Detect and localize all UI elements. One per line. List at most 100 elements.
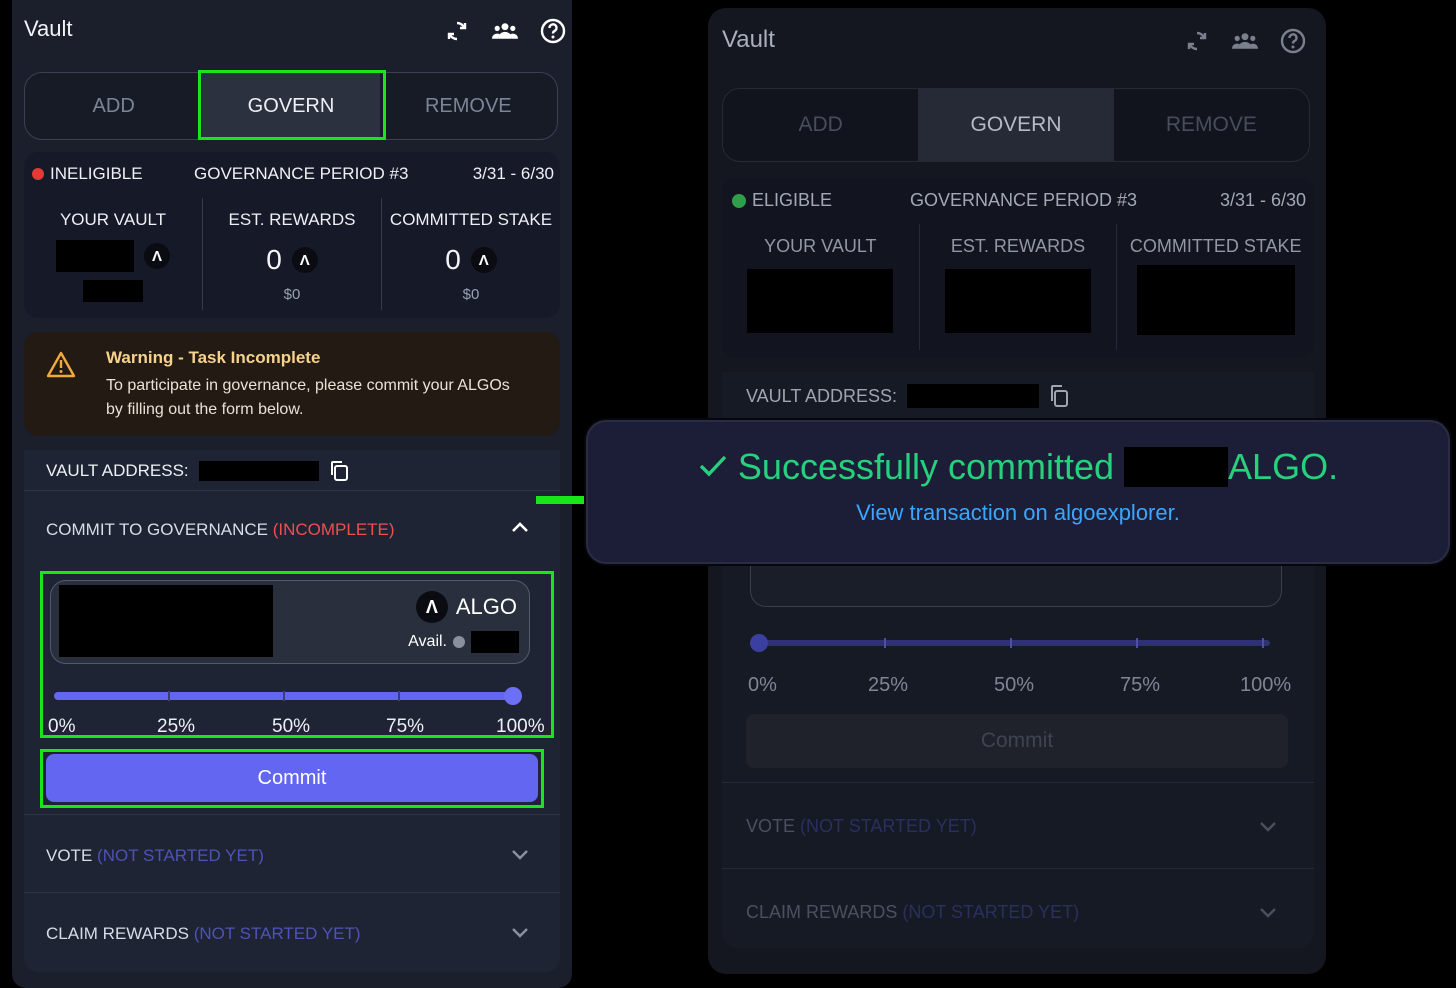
claim-section-label: CLAIM REWARDS xyxy=(746,902,898,922)
warning-banner: Warning - Task Incomplete To participate… xyxy=(24,332,560,436)
stat-value: 0 Λ xyxy=(203,244,381,276)
tab-govern[interactable]: GOVERN xyxy=(918,89,1114,161)
status-dot xyxy=(32,168,44,180)
stat-value: 0 Λ xyxy=(382,244,560,276)
commit-button[interactable]: Commit xyxy=(746,714,1288,768)
vault-title: Vault xyxy=(24,16,73,41)
redacted-value xyxy=(747,269,894,333)
algo-logo-icon: Λ xyxy=(144,243,170,269)
slider-track xyxy=(758,640,1270,646)
stat-value: Λ xyxy=(24,240,202,272)
claim-section-label: CLAIM REWARDS xyxy=(46,924,189,943)
algo-logo-icon: Λ xyxy=(291,247,318,273)
tab-remove[interactable]: REMOVE xyxy=(1114,89,1309,161)
warning-title: Warning - Task Incomplete xyxy=(106,348,321,367)
slider-mark-50: 50% xyxy=(994,674,1035,696)
vote-section-status: (NOT STARTED YET) xyxy=(97,846,264,865)
stat-label: EST. REWARDS xyxy=(950,236,1086,256)
commit-slider[interactable] xyxy=(54,687,522,708)
copy-icon[interactable] xyxy=(329,460,349,482)
vote-section-header[interactable]: VOTE (NOT STARTED YET) xyxy=(46,846,264,866)
tab-govern[interactable]: GOVERN xyxy=(202,73,380,139)
vault-address-label: VAULT ADDRESS: xyxy=(746,385,898,406)
divider xyxy=(722,782,1314,783)
stats-grid: YOUR VAULT EST. REWARDS COMMITTED STAKE xyxy=(722,224,1314,350)
commit-section-header[interactable]: COMMIT TO GOVERNANCE (INCOMPLETE) xyxy=(46,520,395,540)
stat-label: COMMITTED STAKE xyxy=(389,210,553,229)
tab-bar: ADD GOVERN REMOVE xyxy=(722,88,1310,162)
help-icon[interactable] xyxy=(1280,28,1306,54)
refresh-icon[interactable] xyxy=(1184,28,1210,54)
stats-grid: YOUR VAULT Λ EST. REWARDS 0 Λ $0 COMMITT… xyxy=(24,198,560,310)
rewards-value: 0 xyxy=(266,244,282,275)
chevron-down-icon[interactable] xyxy=(1258,820,1278,839)
amount-input[interactable]: Λ ALGO Avail. xyxy=(50,580,530,664)
claim-section-header[interactable]: CLAIM REWARDS (NOT STARTED YET) xyxy=(746,902,1079,923)
community-icon[interactable] xyxy=(1232,28,1258,54)
commit-slider[interactable] xyxy=(750,634,1274,654)
chevron-down-icon[interactable] xyxy=(1258,906,1278,925)
tab-add[interactable]: ADD xyxy=(723,89,918,161)
redacted-value xyxy=(945,269,1091,333)
slider-mark-0: 0% xyxy=(748,674,777,696)
eligibility-status: INELIGIBLE xyxy=(32,164,143,184)
vault-address-label: VAULT ADDRESS: xyxy=(46,461,189,480)
commit-section-label: COMMIT TO GOVERNANCE xyxy=(46,520,268,539)
stat-label: EST. REWARDS xyxy=(228,210,356,229)
refresh-icon[interactable] xyxy=(444,18,470,44)
chevron-down-icon[interactable] xyxy=(510,926,530,945)
stat-label: COMMITTED STAKE xyxy=(1129,236,1302,256)
governance-period: GOVERNANCE PERIOD #3 xyxy=(910,190,1138,210)
governance-steps: VAULT ADDRESS: COMMIT TO GOVERNANCE (INC… xyxy=(24,450,560,972)
tab-add[interactable]: ADD xyxy=(25,73,202,139)
stat-your-vault: YOUR VAULT xyxy=(722,224,919,350)
governance-card: INELIGIBLE GOVERNANCE PERIOD #3 3/31 - 6… xyxy=(24,152,560,318)
tab-bar: ADD GOVERN REMOVE xyxy=(24,72,558,140)
slider-tick xyxy=(884,638,886,648)
available-balance: Avail. xyxy=(408,631,519,653)
claim-section-status: (NOT STARTED YET) xyxy=(902,902,1080,922)
redacted-amount xyxy=(59,585,273,657)
algo-logo-icon: Λ xyxy=(470,247,497,273)
info-icon[interactable] xyxy=(453,636,465,648)
stake-usd: $0 xyxy=(462,286,480,303)
avail-label: Avail. xyxy=(408,633,447,650)
slider-tick xyxy=(283,691,285,701)
community-icon[interactable] xyxy=(492,18,518,44)
slider-mark-0: 0% xyxy=(48,716,76,737)
currency-label: ALGO xyxy=(455,594,517,619)
success-suffix: ALGO. xyxy=(1228,446,1339,487)
stat-est-rewards: EST. REWARDS 0 Λ $0 xyxy=(202,198,381,310)
currency-selector: Λ ALGO xyxy=(415,591,517,623)
chevron-down-icon[interactable] xyxy=(510,848,530,867)
slider-mark-50: 50% xyxy=(272,716,311,737)
commit-button[interactable]: Commit xyxy=(46,754,538,802)
warning-icon xyxy=(46,350,76,383)
vault-title: Vault xyxy=(722,26,775,53)
vault-address-row: VAULT ADDRESS: xyxy=(46,460,349,482)
period-dates: 3/31 - 6/30 xyxy=(472,164,554,183)
redacted-usd xyxy=(83,280,143,302)
divider xyxy=(24,814,560,815)
slider-mark-100: 100% xyxy=(1240,674,1292,696)
slider-knob[interactable] xyxy=(750,634,768,652)
vault-address-row: VAULT ADDRESS: xyxy=(746,384,1069,408)
vote-section-label: VOTE xyxy=(746,816,796,836)
tab-remove[interactable]: REMOVE xyxy=(380,73,557,139)
status-label: INELIGIBLE xyxy=(50,164,143,183)
claim-section-header[interactable]: CLAIM REWARDS (NOT STARTED YET) xyxy=(46,924,361,944)
slider-knob[interactable] xyxy=(504,687,522,705)
vote-section-header[interactable]: VOTE (NOT STARTED YET) xyxy=(746,816,977,837)
copy-icon[interactable] xyxy=(1049,384,1069,408)
algoexplorer-link[interactable]: View transaction on algoexplorer. xyxy=(586,500,1450,526)
chevron-up-icon[interactable] xyxy=(510,520,530,539)
rewards-usd: $0 xyxy=(283,286,301,303)
help-icon[interactable] xyxy=(540,18,566,44)
divider xyxy=(24,490,560,491)
redacted-address xyxy=(198,461,319,481)
success-message: Successfully committed ALGO. xyxy=(586,446,1450,488)
algo-logo-icon: Λ xyxy=(415,591,448,623)
slider-tick xyxy=(1010,638,1012,648)
eligibility-status: ELIGIBLE xyxy=(732,190,832,211)
stat-label: YOUR VAULT xyxy=(59,210,167,229)
